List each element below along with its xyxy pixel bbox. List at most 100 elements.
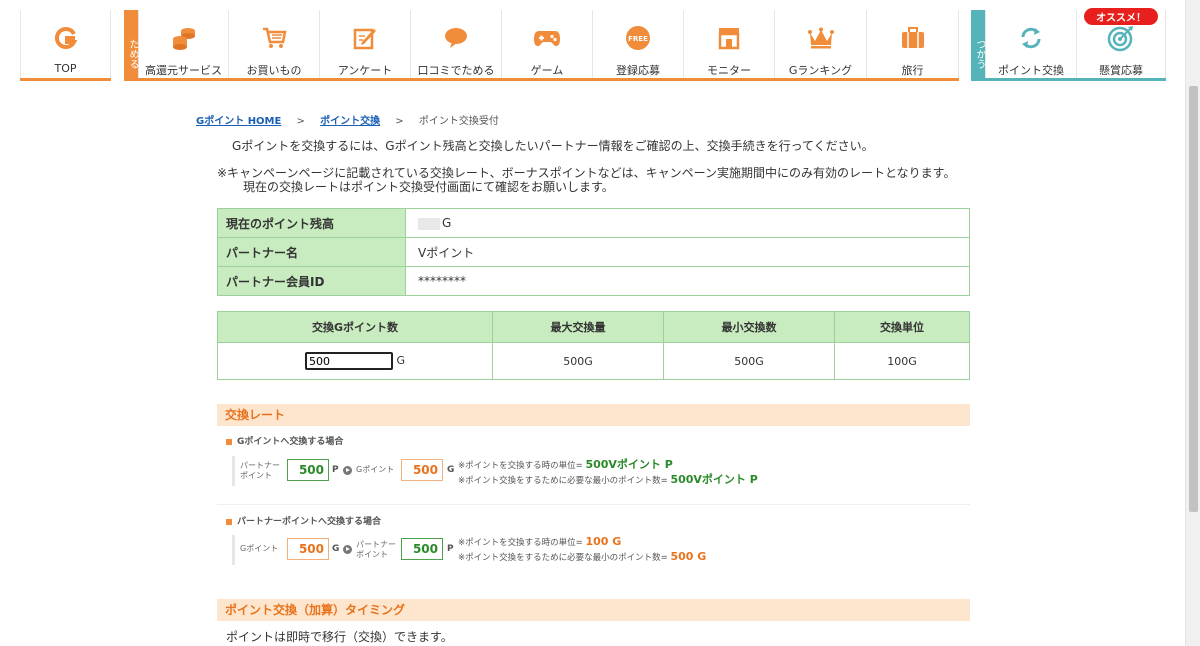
nav-label: アンケート (337, 64, 393, 77)
rate-section-title: 交換レート (217, 404, 970, 426)
table-row: パートナー名 Vポイント (217, 237, 970, 267)
exchange-input-unit: G (396, 354, 406, 367)
g-point-unit: G (447, 465, 455, 475)
g-point-value: 500 (287, 538, 329, 560)
tameru-underline (124, 78, 959, 81)
tsukau-tab: つかう (971, 10, 985, 81)
nav-game[interactable]: ゲーム (501, 10, 592, 78)
balance-unit: G (442, 216, 452, 230)
unit-value: 100G (834, 342, 970, 380)
header-unit: 交換単位 (834, 311, 970, 343)
nav-label: 口コミでためる (417, 64, 495, 77)
max-value: 500G (492, 342, 664, 380)
to-g-rate-row: パートナー ポイント 500 P Gポイント 500 G ※ポイントを交換する時の… (232, 456, 973, 486)
account-info-table: 現在のポイント残高 G パートナー名 Vポイント パートナー会員ID *****… (217, 208, 970, 296)
free-badge-icon: FREE (624, 24, 652, 52)
notice-line-2: 現在の交換レートはポイント交換受付画面にて確認をお願いします。 (243, 180, 614, 194)
to-partner-rate-row: Gポイント 500 G パートナー ポイント 500 P ※ポイントを交換する時の… (232, 535, 973, 565)
partner-name-label: パートナー名 (217, 237, 406, 267)
partner-point-unit: P (447, 544, 454, 554)
g-point-value: 500 (401, 459, 443, 481)
to-g-note-1: ※ポイントを交換する時の単位= 500Vポイント P (458, 458, 673, 471)
nav-survey[interactable]: アンケート (319, 10, 410, 78)
recommend-badge: オススメ！ (1084, 8, 1158, 25)
to-g-subtitle: Gポイントへ交換する場合 (226, 434, 343, 447)
exchange-input-cell: G (217, 342, 493, 380)
arrow-right-icon (343, 545, 352, 554)
nav-registration[interactable]: FREE 登録応募 (592, 10, 683, 78)
timing-text: ポイントは即時で移行（交換）できます。 (226, 630, 453, 644)
g-logo-icon (52, 24, 80, 52)
breadcrumb-separator: > (395, 116, 404, 127)
to-g-note-2-value: 500Vポイント P (670, 473, 758, 486)
to-partner-note-1-value: 100 G (585, 535, 622, 548)
table-row: パートナー会員ID ******** (217, 266, 970, 296)
exchange-points-input[interactable] (304, 352, 393, 370)
tameru-tab: ためる (124, 10, 138, 81)
nav-top[interactable]: TOP (20, 10, 111, 78)
min-value: 500G (663, 342, 835, 380)
global-nav: TOP ためる 高還元サービス お買いもの アンケート 口コミでためる ゲーム (0, 8, 1186, 82)
nav-label: 旅行 (901, 64, 924, 77)
nav-high-return[interactable]: 高還元サービス (138, 10, 228, 78)
balance-redacted (418, 217, 440, 230)
arrow-right-icon (343, 466, 352, 475)
target-icon (1107, 24, 1135, 52)
nav-point-exchange[interactable]: ポイント交換 (985, 10, 1076, 78)
partner-point-label: パートナー ポイント (356, 540, 396, 559)
suitcase-icon (899, 24, 927, 52)
nav-travel[interactable]: 旅行 (866, 10, 959, 78)
g-point-label: Gポイント (240, 544, 279, 553)
nav-top-label: TOP (54, 62, 77, 75)
table-header-row: 交換Gポイント数 最大交換量 最小交換数 交換単位 (217, 311, 970, 343)
partner-point-unit: P (332, 465, 339, 475)
to-g-note-1-value: 500Vポイント P (585, 458, 673, 471)
g-point-label: Gポイント (356, 465, 395, 474)
header-exchange-points: 交換Gポイント数 (217, 311, 493, 343)
shopping-cart-icon (260, 24, 288, 52)
nav-review[interactable]: 口コミでためる (410, 10, 501, 78)
header-max: 最大交換量 (492, 311, 664, 343)
scrollbar[interactable] (1185, 0, 1200, 646)
member-id-value: ******** (405, 266, 970, 296)
exchange-arrows-icon (1017, 24, 1045, 52)
gamepad-icon (533, 24, 561, 52)
crown-icon (807, 24, 835, 52)
nav-shopping[interactable]: お買いもの (228, 10, 319, 78)
table-row: G 500G 500G 100G (217, 342, 970, 380)
balance-value: G (405, 208, 970, 238)
nav-label: ゲーム (530, 64, 564, 77)
survey-pencil-icon (351, 24, 379, 52)
breadcrumb-exchange-link[interactable]: ポイント交換 (320, 116, 380, 127)
breadcrumb-current: ポイント交換受付 (418, 116, 499, 127)
nav-label: モニター (707, 64, 751, 77)
nav-label: 高還元サービス (145, 64, 222, 77)
nav-monitor[interactable]: モニター (683, 10, 774, 78)
header-min: 最小交換数 (663, 311, 835, 343)
rate-divider (217, 504, 970, 505)
free-badge-text: FREE (628, 35, 648, 43)
partner-point-value: 500 (401, 538, 443, 560)
partner-point-label: パートナー ポイント (240, 461, 280, 480)
breadcrumb-separator: > (296, 116, 305, 127)
intro-text: Gポイントを交換するには、Gポイント残高と交換したいパートナー情報をご確認の上、… (232, 139, 874, 153)
nav-label: Gランキング (788, 64, 853, 77)
timing-section-title: ポイント交換（加算）タイミング (217, 599, 970, 621)
to-partner-note-2-value: 500 G (670, 550, 707, 563)
member-id-label: パートナー会員ID (217, 266, 406, 296)
coins-icon (170, 24, 198, 52)
g-point-unit: G (332, 544, 340, 554)
nav-label: 登録応募 (616, 64, 660, 77)
nav-label: ポイント交換 (998, 64, 1064, 77)
nav-top-underline (20, 78, 111, 81)
balance-label: 現在のポイント残高 (217, 208, 406, 238)
scrollbar-thumb[interactable] (1189, 86, 1198, 512)
speech-bubble-icon (442, 24, 470, 52)
nav-ranking[interactable]: Gランキング (774, 10, 866, 78)
tsukau-underline (971, 78, 1166, 81)
breadcrumb: Gポイント HOME > ポイント交換 > ポイント交換受付 (196, 112, 499, 127)
to-partner-subtitle: パートナーポイントへ交換する場合 (226, 514, 381, 527)
exchange-amount-table: 交換Gポイント数 最大交換量 最小交換数 交換単位 G 500G 500G 10… (217, 311, 970, 380)
breadcrumb-home-link[interactable]: Gポイント HOME (196, 116, 281, 127)
partner-point-value: 500 (287, 459, 329, 481)
